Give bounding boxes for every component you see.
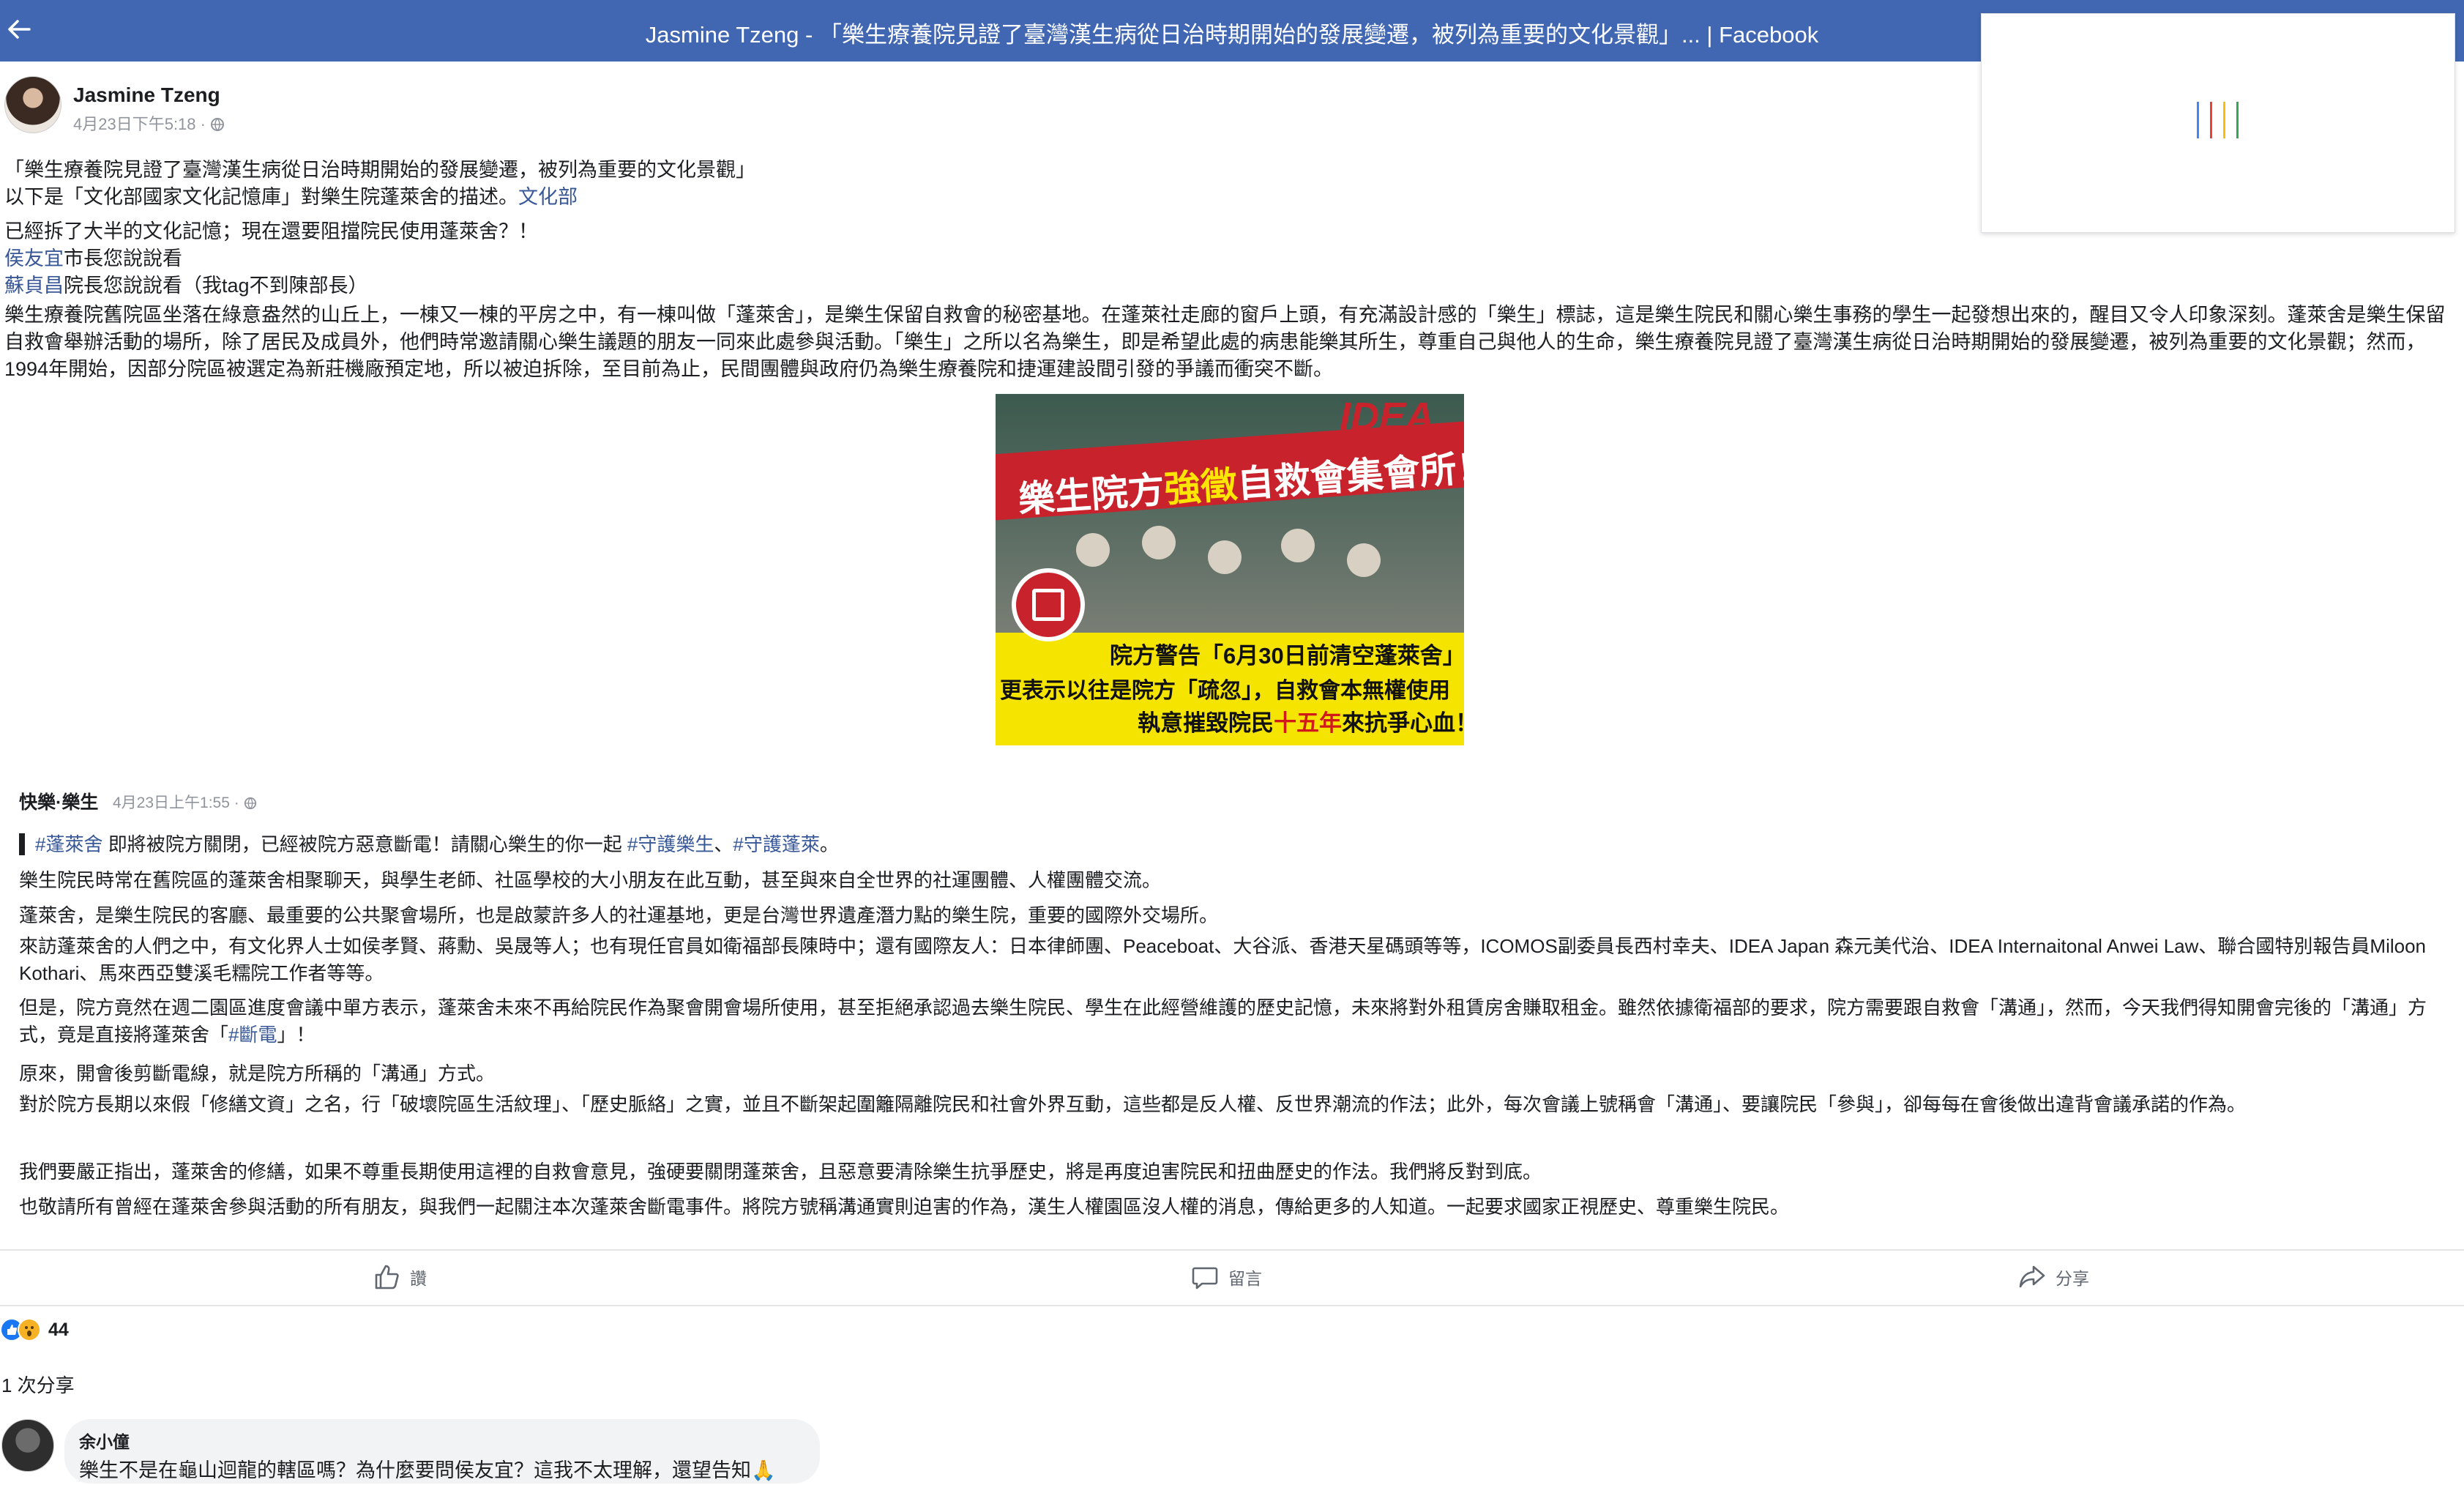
post-line-1: 「樂生療養院見證了臺灣漢生病從日治時期開始的發展變遷，被列為重要的文化景觀」 [4, 159, 755, 181]
post-line-2-text: 以下是「文化部國家文化記憶庫」對樂生院蓬萊舍的描述。 [4, 186, 518, 208]
shared-line-1-sep: 、 [714, 833, 733, 855]
wow-reaction-icon [18, 1318, 41, 1341]
shared-paragraph-4: 來訪蓬萊舍的人們之中，有文化界人士如侯孝賢、蔣勳、吳晟等人；也有現任官員如衛福部… [19, 935, 2426, 984]
loading-spinner-icon [2192, 102, 2251, 143]
author-avatar[interactable] [4, 76, 61, 133]
hashtag-protect-losheng[interactable]: #守護樂生 [627, 833, 714, 855]
reaction-count: 44 [48, 1319, 69, 1340]
image-caption-line-3: 執意摧毀院民十五年來抗爭心血！ [1138, 704, 1464, 737]
like-button[interactable]: 讚 [372, 1261, 427, 1293]
post-timestamp[interactable]: 4月23日下午5:18 · [73, 111, 225, 135]
image-people [1061, 518, 1413, 628]
divider-bottom [0, 1305, 2464, 1306]
like-label: 讚 [410, 1269, 427, 1288]
shared-time-text: 4月23日上午1:55 · [113, 794, 244, 811]
shared-paragraph-5-end: 」！ [277, 1024, 316, 1046]
post-line-4-text: 市長您說說看 [64, 248, 182, 269]
post-line-5: 蘇貞昌院長您說說看（我tag不到陳部長） [4, 269, 368, 298]
globe-icon [211, 118, 225, 131]
commenter-avatar[interactable] [1, 1419, 54, 1472]
image-banner-text-a: 樂生院方 [1017, 469, 1166, 521]
shared-paragraph-2: 樂生院民時常在舊院區的蓬萊舍相聚聊天，與學生老師、社區學校的大小朋友在此互動，甚… [19, 869, 1162, 891]
shared-post-author[interactable]: 快樂·樂生 [19, 788, 98, 814]
loading-popup [1981, 13, 2455, 233]
tag-link-hou[interactable]: 侯友宜 [4, 248, 64, 269]
shared-line-1-text: 即將被院方關閉，已經被院方惡意斷電！請關心樂生的你一起 [102, 833, 627, 855]
shared-paragraph-6: 原來，開會後剪斷電線，就是院方所稱的「溝通」方式。 [19, 1062, 496, 1084]
commenter-name[interactable]: 余小僮 [79, 1428, 130, 1453]
share-button[interactable]: 分享 [2017, 1261, 2089, 1293]
comment-icon [1192, 1267, 1218, 1289]
comment-label: 留言 [1228, 1269, 1262, 1288]
image-caption-line-1: 院方警告「6月30日前清空蓬萊舍」 [1110, 643, 1464, 669]
comment-text: 樂生不是在龜山迴龍的轄區嗎？為什麼要問侯友宜？這我不太理解，還望告知🙏 [79, 1459, 776, 1481]
share-label: 分享 [2056, 1269, 2089, 1288]
shared-line-1-end: 。 [819, 833, 839, 855]
shared-paragraph-7: 對於院方長期以來假「修繕文資」之名，行「破壞院區生活紋理」、「歷史脈絡」之實，並… [19, 1093, 2247, 1115]
shared-paragraph-5: 但是，院方竟然在週二園區進度會議中單方表示，蓬萊舍未來不再給院民作為聚會開會場所… [19, 994, 2442, 1049]
share-icon [2019, 1265, 2045, 1288]
post-line-5-text: 院長您說說看（我tag不到陳部長） [64, 275, 368, 297]
thumbs-up-icon [375, 1265, 399, 1289]
tag-link-su[interactable]: 蘇貞昌 [4, 275, 64, 297]
image-caption-line-3-c: 來抗爭心血！ [1342, 710, 1464, 736]
image-caption-line-3-b: 十五年 [1274, 710, 1342, 736]
globe-icon [244, 797, 256, 810]
image-caption-line-3-a: 執意摧毀院民 [1138, 710, 1274, 736]
image-banner-text-b: 強徵 [1162, 464, 1239, 510]
reactions-summary[interactable]: 44 [0, 1317, 69, 1343]
image-banner-text-c: 自救會集會所！ [1236, 446, 1464, 505]
post-image[interactable]: IDEA 樂生院方強徵自救會集會所！ 院方警告「6月30日前清空蓬萊舍」 更表示… [996, 394, 1464, 745]
image-caption-line-2: 更表示以往是院方「疏忽」，自救會本無權使用 [1000, 679, 1450, 703]
leprosy-association-logo [1012, 568, 1085, 641]
hashtag-power-cut[interactable]: #斷電 [228, 1024, 277, 1046]
tag-link-culture-ministry[interactable]: 文化部 [518, 186, 578, 208]
post-time-text: 4月23日下午5:18 · [73, 115, 211, 133]
divider-top [0, 1249, 2464, 1251]
shared-paragraph-9: 也敬請所有曾經在蓬萊舍參與活動的所有朋友，與我們一起關注本次蓬萊舍斷電事件。將院… [19, 1196, 1790, 1218]
shared-paragraph-3: 蓬萊舍，是樂生院民的客廳、最重要的公共聚會場所，也是啟蒙許多人的社運基地，更是台… [19, 904, 1219, 926]
post-line-4: 侯友宜市長您說說看 [4, 242, 182, 271]
shared-paragraph-5-text: 但是，院方竟然在週二園區進度會議中單方表示，蓬萊舍未來不再給院民作為聚會開會場所… [19, 997, 2427, 1046]
author-name[interactable]: Jasmine Tzeng [73, 83, 220, 107]
post-line-2: 以下是「文化部國家文化記憶庫」對樂生院蓬萊舍的描述。文化部 [4, 181, 578, 209]
share-count[interactable]: 1 次分享 [1, 1371, 75, 1398]
shared-post-timestamp[interactable]: 4月23日上午1:55 · [113, 791, 257, 813]
hashtag-penglai[interactable]: #蓬萊舍 [35, 833, 102, 855]
bar-marker-icon [19, 833, 25, 855]
shared-paragraph-8: 我們要嚴正指出，蓬萊舍的修繕，如果不尊重長期使用這裡的自救會意見，強硬要關閉蓬萊… [19, 1161, 1542, 1183]
comment-button[interactable]: 留言 [1190, 1261, 1262, 1293]
hashtag-protect-penglai[interactable]: #守護蓬萊 [733, 833, 819, 855]
shared-line-1: #蓬萊舍 即將被院方關閉，已經被院方惡意斷電！請關心樂生的你一起 #守護樂生、#… [19, 830, 839, 857]
post-description: 樂生療養院舊院區坐落在綠意盎然的山丘上，一棟又一棟的平房之中，有一棟叫做「蓬萊舍… [4, 304, 2446, 380]
post-line-3: 已經拆了大半的文化記憶；現在還要阻擋院民使用蓬萊舍？！ [4, 220, 538, 242]
